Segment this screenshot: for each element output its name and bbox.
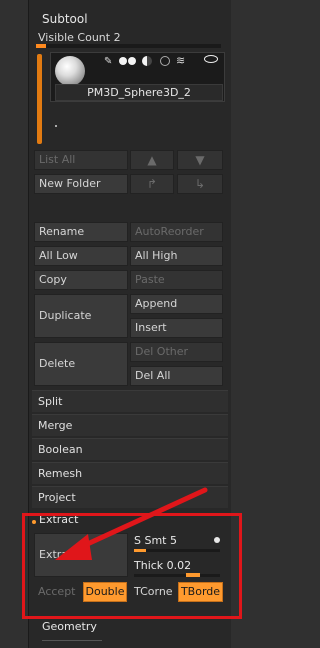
annotation-arrow-icon <box>55 487 208 560</box>
